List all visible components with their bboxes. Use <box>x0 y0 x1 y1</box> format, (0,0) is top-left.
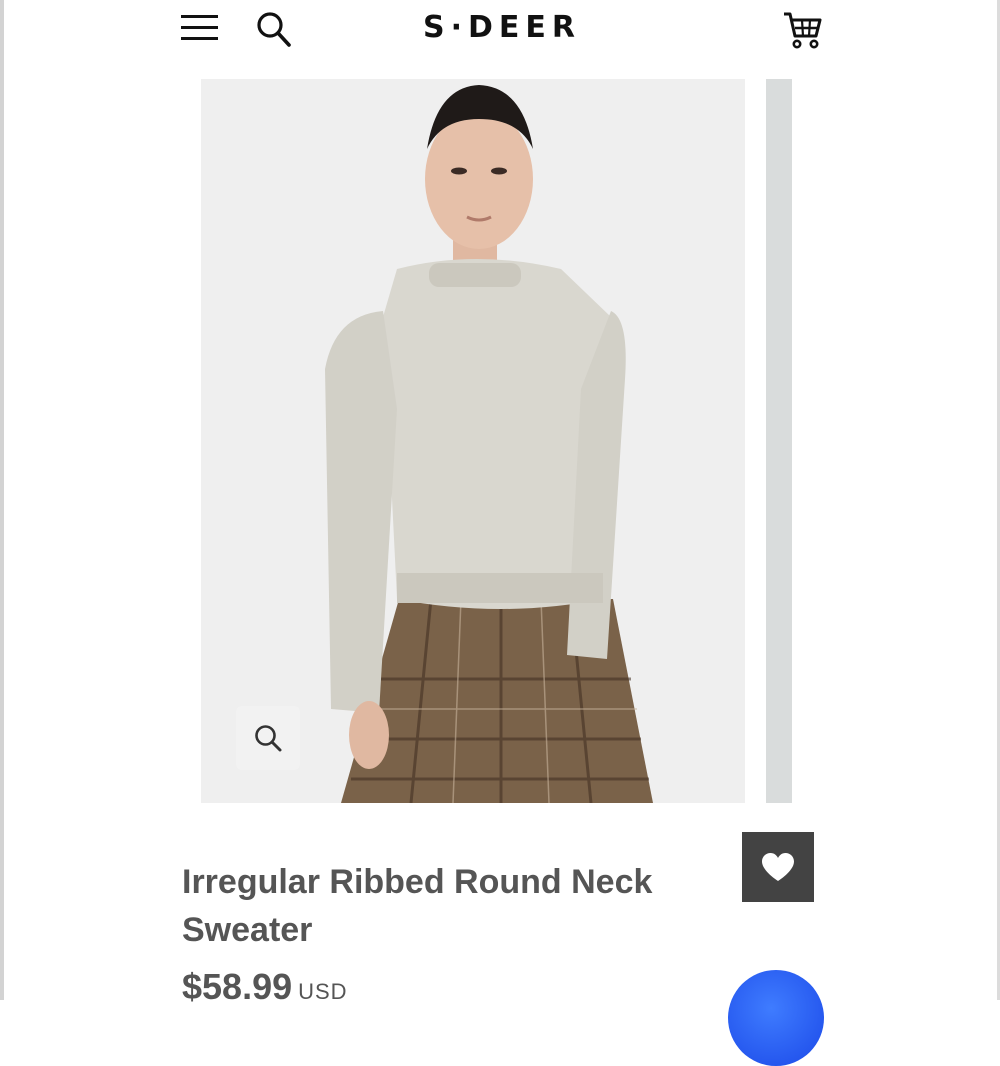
next-image-preview[interactable] <box>766 79 792 803</box>
brand-logo[interactable]: S·DEER <box>392 8 612 48</box>
hamburger-icon <box>181 15 218 40</box>
wishlist-button[interactable] <box>742 832 814 902</box>
zoom-icon <box>255 725 282 752</box>
currency: USD <box>298 979 348 1004</box>
product-photo <box>201 79 745 803</box>
left-edge <box>0 0 4 1000</box>
cart-icon <box>784 12 822 49</box>
price-row: $58.99 USD <box>182 966 348 1008</box>
product-title: Irregular Ribbed Round Neck Sweater <box>182 863 653 949</box>
heart-icon <box>762 853 794 881</box>
chat-button[interactable] <box>728 970 824 1066</box>
product-image[interactable] <box>201 79 745 803</box>
search-button[interactable] <box>254 8 294 48</box>
cart-button[interactable] <box>782 8 824 50</box>
price: $58.99 <box>182 966 293 1007</box>
zoom-button[interactable] <box>236 706 300 770</box>
menu-button[interactable] <box>180 10 220 44</box>
search-icon <box>257 12 291 47</box>
